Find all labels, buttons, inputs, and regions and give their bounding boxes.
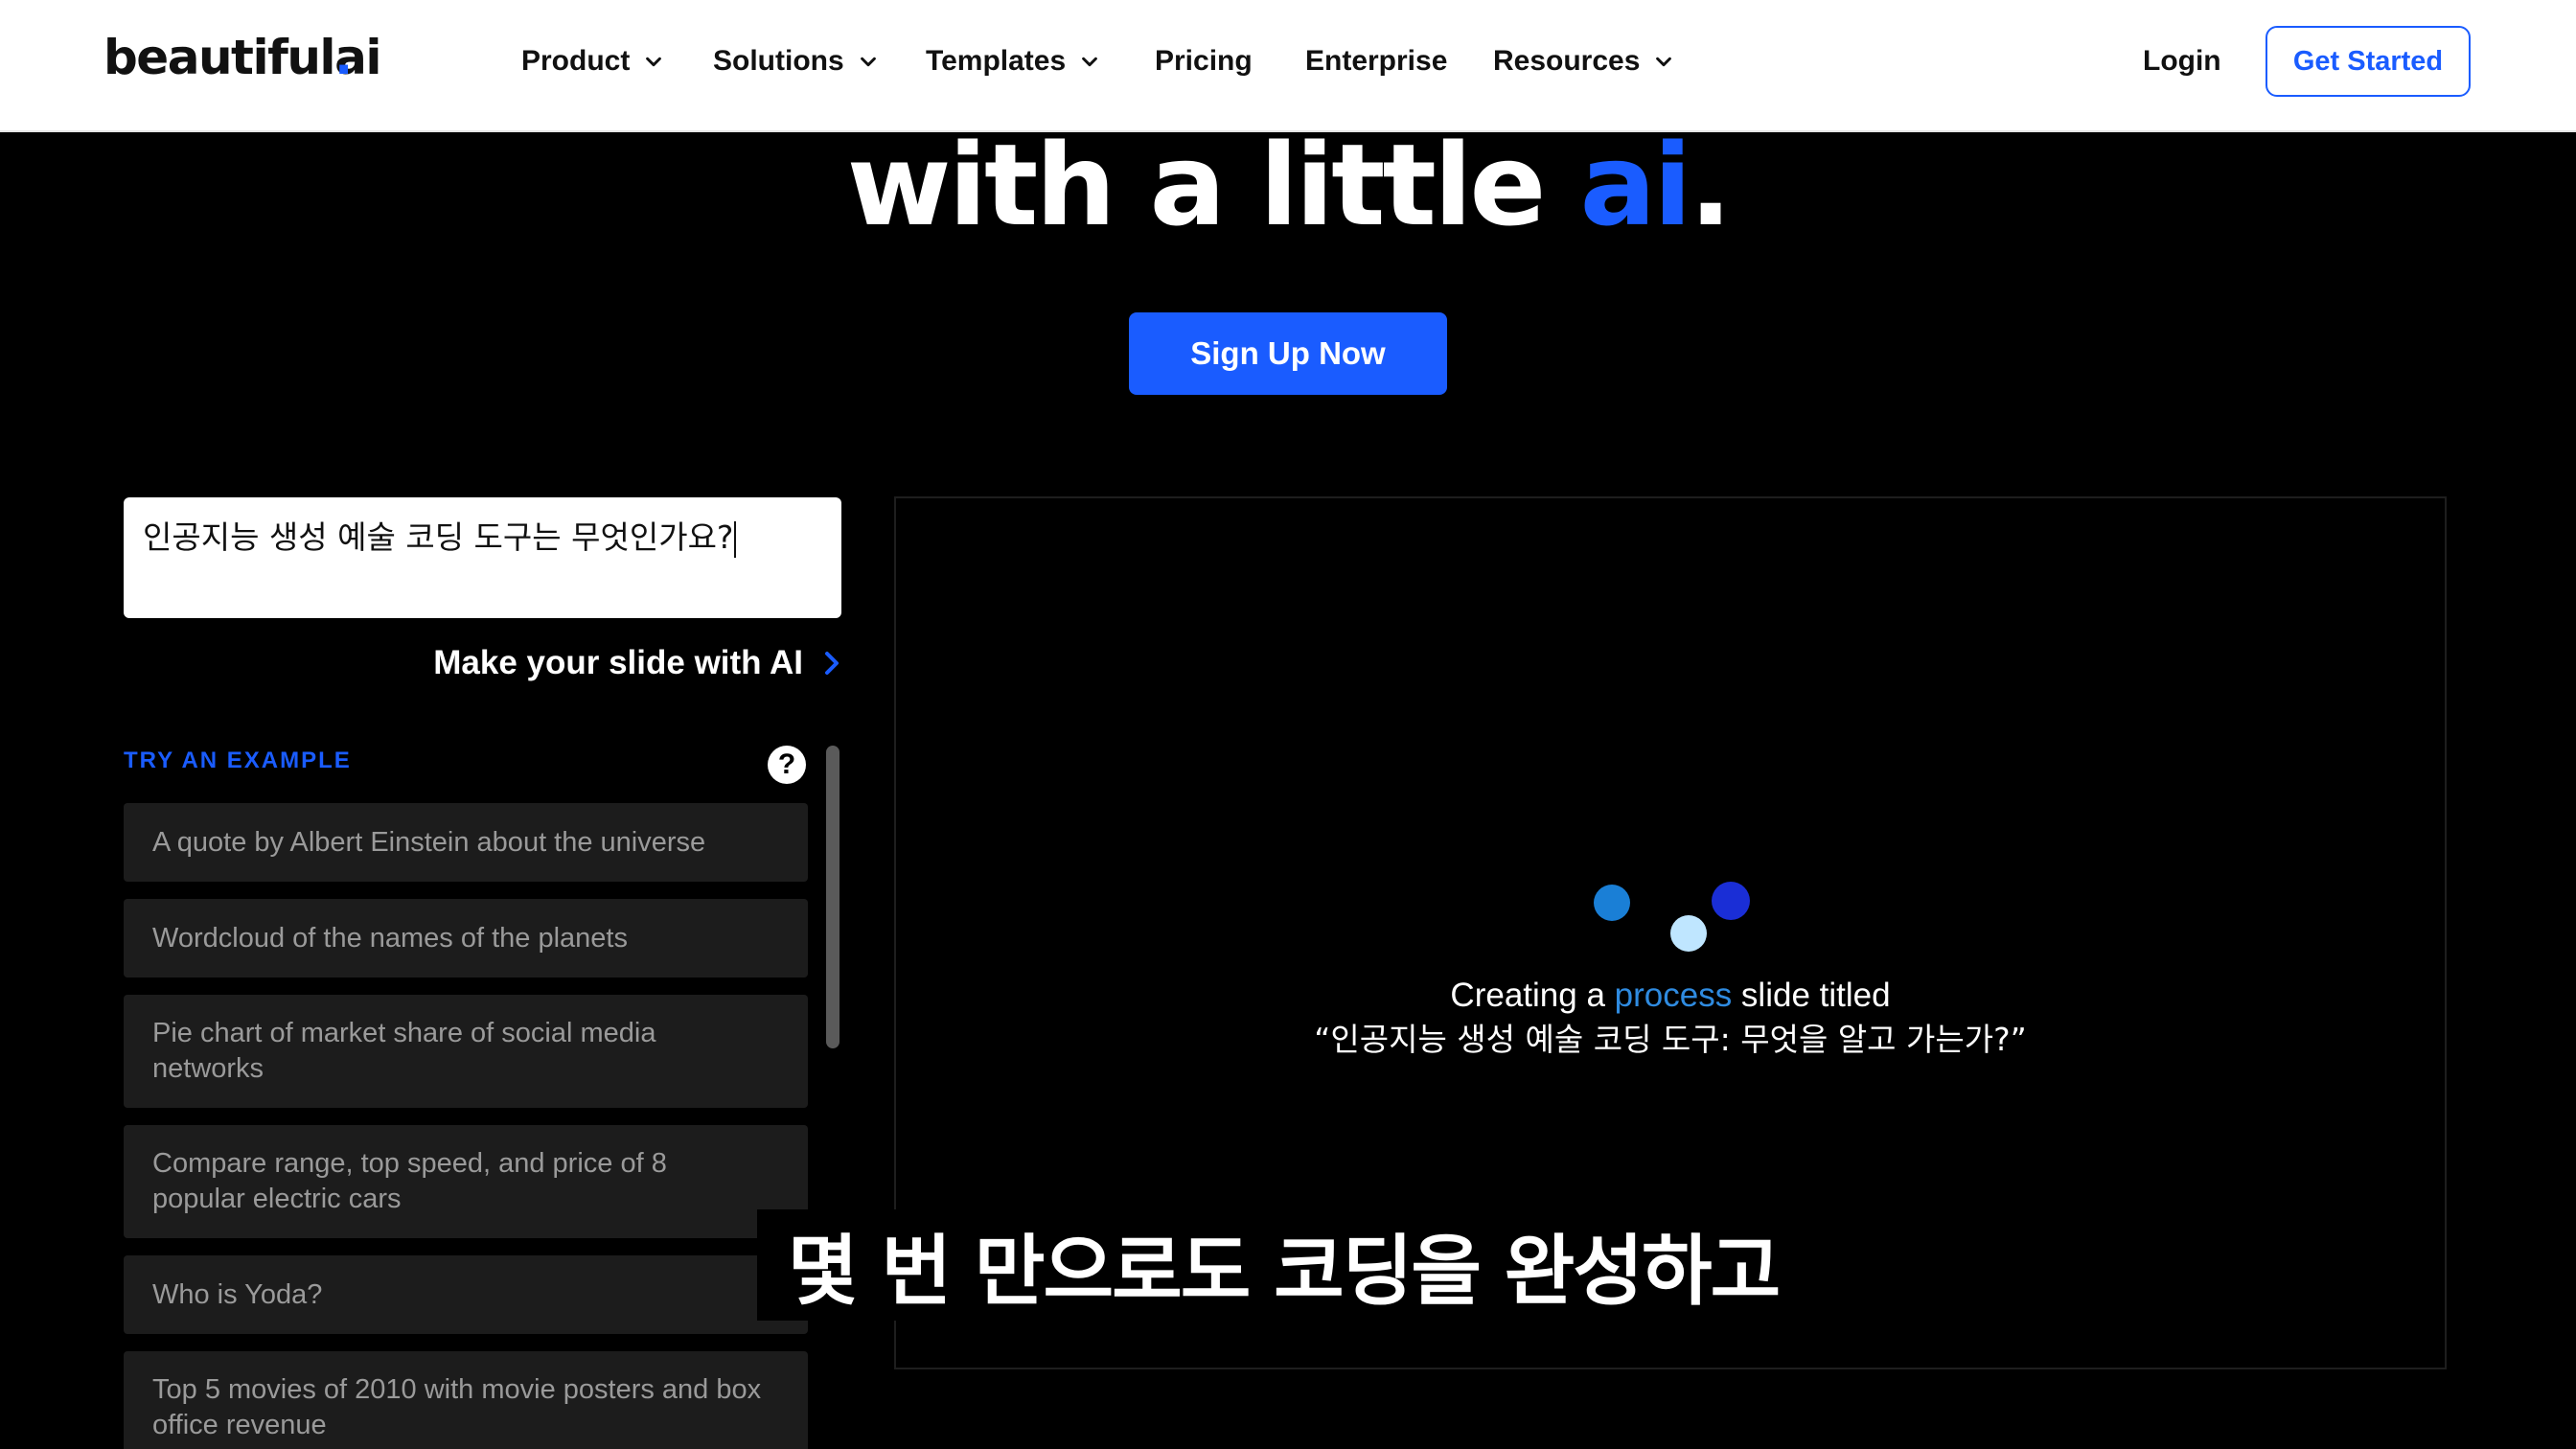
example-item-label: Wordcloud of the names of the planets xyxy=(152,922,628,954)
chevron-down-icon xyxy=(646,57,662,67)
sign-up-now-button[interactable]: Sign Up Now xyxy=(1129,312,1447,395)
example-item[interactable]: Compare range, top speed, and price of 8… xyxy=(124,1125,808,1238)
nav-solutions[interactable]: Solutions xyxy=(713,38,879,84)
logo-main: beautiful xyxy=(104,30,336,85)
example-item[interactable]: Who is Yoda? xyxy=(124,1255,808,1334)
example-item-label: Compare range, top speed, and price of 8… xyxy=(152,1148,667,1214)
example-item-label: Who is Yoda? xyxy=(152,1278,323,1310)
nav-resources[interactable]: Resources xyxy=(1493,38,1674,84)
loading-dot xyxy=(1712,882,1750,920)
generation-status: Creating a process slide titled xyxy=(894,974,2447,1018)
hero-title-post: . xyxy=(1689,119,1733,251)
examples-scrollbar[interactable] xyxy=(826,746,840,1449)
example-item[interactable]: Wordcloud of the names of the planets xyxy=(124,899,808,978)
hero-title-pre: with a little xyxy=(846,119,1580,251)
try-an-example-label: TRY AN EXAMPLE xyxy=(124,748,352,773)
nav-pricing[interactable]: Pricing xyxy=(1155,38,1253,84)
example-item-label: Top 5 movies of 2010 with movie posters … xyxy=(152,1374,762,1440)
status-keyword: process xyxy=(1614,977,1733,1014)
loading-dot xyxy=(1670,915,1707,952)
get-started-button[interactable]: Get Started xyxy=(2266,26,2471,97)
example-item-label: A quote by Albert Einstein about the uni… xyxy=(152,826,706,858)
example-item[interactable]: Top 5 movies of 2010 with movie posters … xyxy=(124,1351,808,1449)
example-item[interactable]: A quote by Albert Einstein about the uni… xyxy=(124,803,808,882)
generation-slide-title: “인공지능 생성 예술 코딩 도구: 무엇을 알고 가는가?” xyxy=(1314,1021,2027,1058)
status-post: slide titled xyxy=(1732,977,1891,1014)
make-slide-button[interactable]: Make your slide with AI xyxy=(406,636,843,690)
nav-resources-label: Resources xyxy=(1493,45,1641,77)
nav-templates[interactable]: Templates xyxy=(926,38,1100,84)
nav-templates-label: Templates xyxy=(926,45,1067,77)
video-subtitle: 몇 번 만으로도 코딩을 완성하고 xyxy=(757,1209,1810,1321)
status-pre: Creating a xyxy=(1450,977,1615,1014)
example-item-label: Pie chart of market share of social medi… xyxy=(152,1018,656,1084)
login-link[interactable]: Login xyxy=(2143,38,2221,84)
nav-enterprise[interactable]: Enterprise xyxy=(1305,38,1447,84)
nav-product[interactable]: Product xyxy=(521,38,664,84)
example-item[interactable]: Pie chart of market share of social medi… xyxy=(124,995,808,1108)
chevron-down-icon xyxy=(860,57,876,67)
nav-solutions-label: Solutions xyxy=(713,45,844,77)
nav-product-label: Product xyxy=(521,45,631,77)
beautiful-ai-logo[interactable]: beautiful. ai xyxy=(104,27,381,88)
prompt-input-value: 인공지능 생성 예술 코딩 도구는 무엇인가요? xyxy=(143,518,734,556)
hero-title: with a little ai. xyxy=(0,119,2576,251)
scrollbar-thumb[interactable] xyxy=(826,746,840,1048)
nav-pricing-label: Pricing xyxy=(1155,45,1253,77)
chevron-down-icon xyxy=(1656,57,1672,67)
prompt-input[interactable]: 인공지능 생성 예술 코딩 도구는 무엇인가요? xyxy=(124,497,841,618)
nav-enterprise-label: Enterprise xyxy=(1305,45,1448,77)
chevron-down-icon xyxy=(1082,57,1098,67)
top-nav: beautiful. ai Product Solutions Templates… xyxy=(0,0,2576,132)
page: beautiful. ai Product Solutions Templates… xyxy=(0,0,2576,1449)
examples-list: A quote by Albert Einstein about the uni… xyxy=(124,803,808,1449)
help-icon[interactable]: ? xyxy=(768,746,806,784)
hero-title-ai: ai xyxy=(1579,119,1692,251)
logo-dot: . xyxy=(334,30,353,85)
loading-dot xyxy=(1594,885,1630,921)
text-caret xyxy=(734,520,737,558)
make-slide-label: Make your slide with AI xyxy=(433,644,803,681)
chevron-right-icon xyxy=(825,652,839,675)
